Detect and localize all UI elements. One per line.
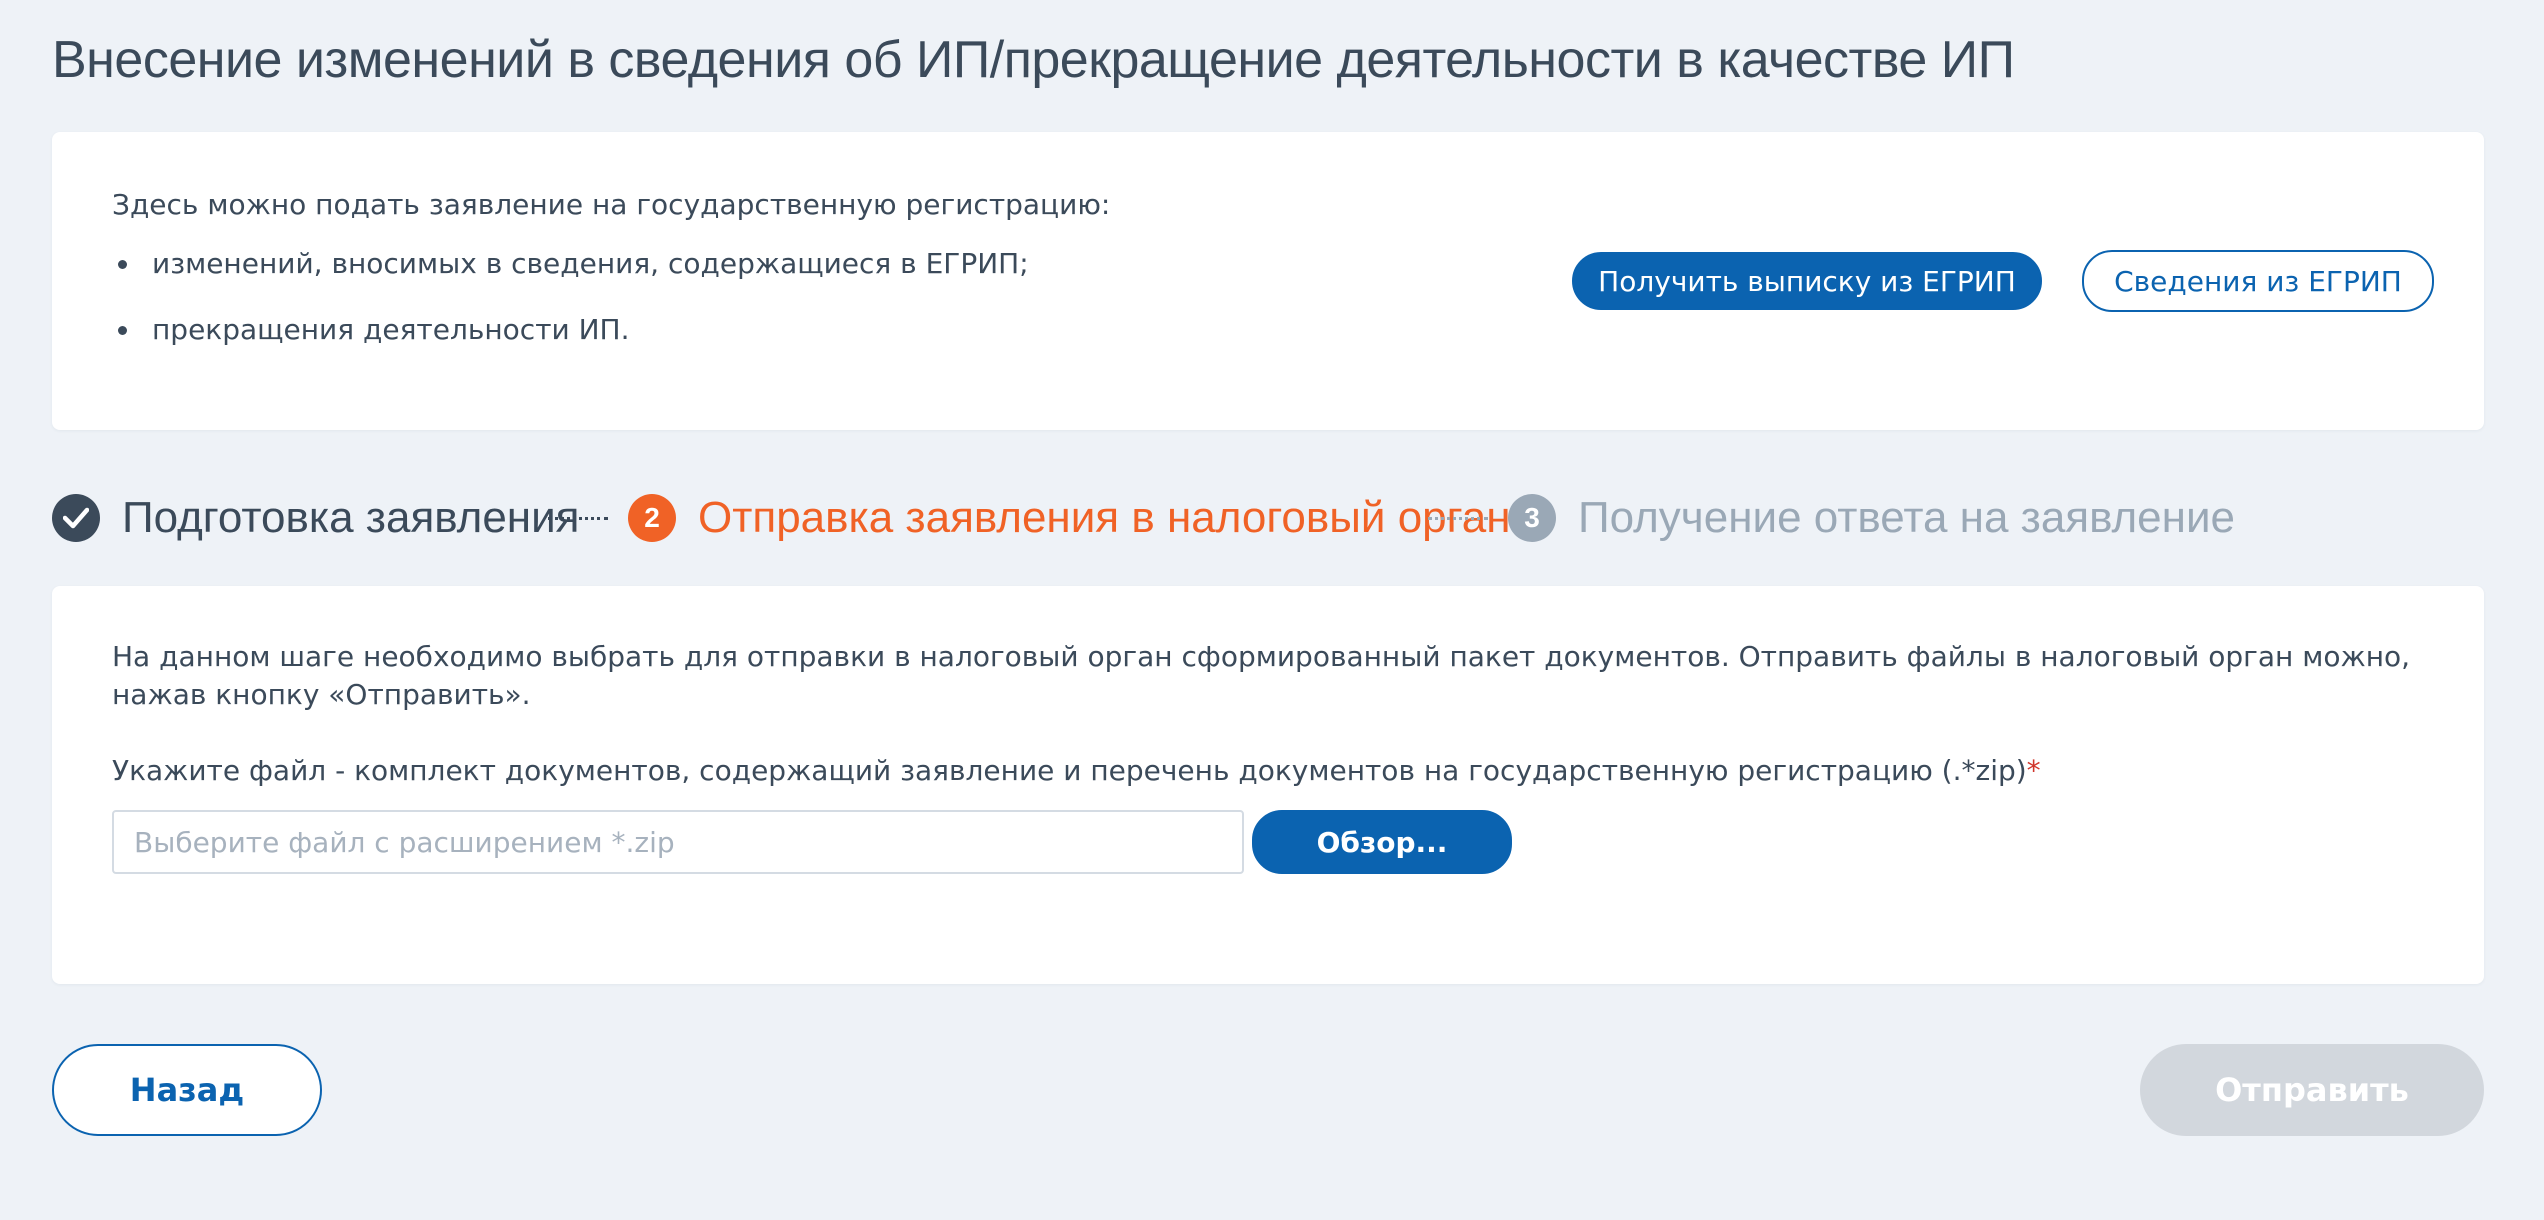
step-send: 2 Отправка заявления в налоговый орган [628, 488, 1511, 548]
get-egrip-extract-button[interactable]: Получить выписку из ЕГРИП [1572, 252, 2042, 310]
step-label: Подготовка заявления [122, 493, 580, 542]
step-connector [1428, 517, 1488, 520]
check-icon [52, 494, 100, 542]
submit-button[interactable]: Отправить [2140, 1044, 2484, 1136]
step-label: Получение ответа на заявление [1578, 493, 2235, 542]
upload-card: На данном шаге необходимо выбрать для от… [52, 586, 2484, 984]
file-path-input[interactable] [112, 810, 1244, 874]
step-number: 3 [1508, 494, 1556, 542]
step-label: Отправка заявления в налоговый орган [698, 493, 1511, 542]
info-list-item: изменений, вносимых в сведения, содержащ… [112, 246, 1029, 312]
step-description: На данном шаге необходимо выбрать для от… [112, 640, 2411, 711]
file-label: Укажите файл - комплект документов, соде… [112, 754, 2041, 787]
egrip-info-button[interactable]: Сведения из ЕГРИП [2082, 250, 2434, 312]
page-title: Внесение изменений в сведения об ИП/прек… [52, 31, 2015, 89]
browse-button[interactable]: Обзор... [1252, 810, 1512, 874]
step-number: 2 [628, 494, 676, 542]
required-mark: * [2026, 754, 2041, 787]
info-intro: Здесь можно подать заявление на государс… [112, 188, 1111, 221]
file-label-text: Укажите файл - комплект документов, соде… [112, 754, 2027, 787]
back-button[interactable]: Назад [52, 1044, 322, 1136]
step-prepare: Подготовка заявления [52, 488, 580, 548]
info-list: изменений, вносимых в сведения, содержащ… [112, 246, 1029, 378]
step-response: 3 Получение ответа на заявление [1508, 488, 2235, 548]
info-card: Здесь можно подать заявление на государс… [52, 132, 2484, 430]
step-connector [548, 517, 608, 520]
info-list-item: прекращения деятельности ИП. [112, 312, 1029, 378]
stepper: Подготовка заявления 2 Отправка заявлени… [52, 488, 2484, 548]
